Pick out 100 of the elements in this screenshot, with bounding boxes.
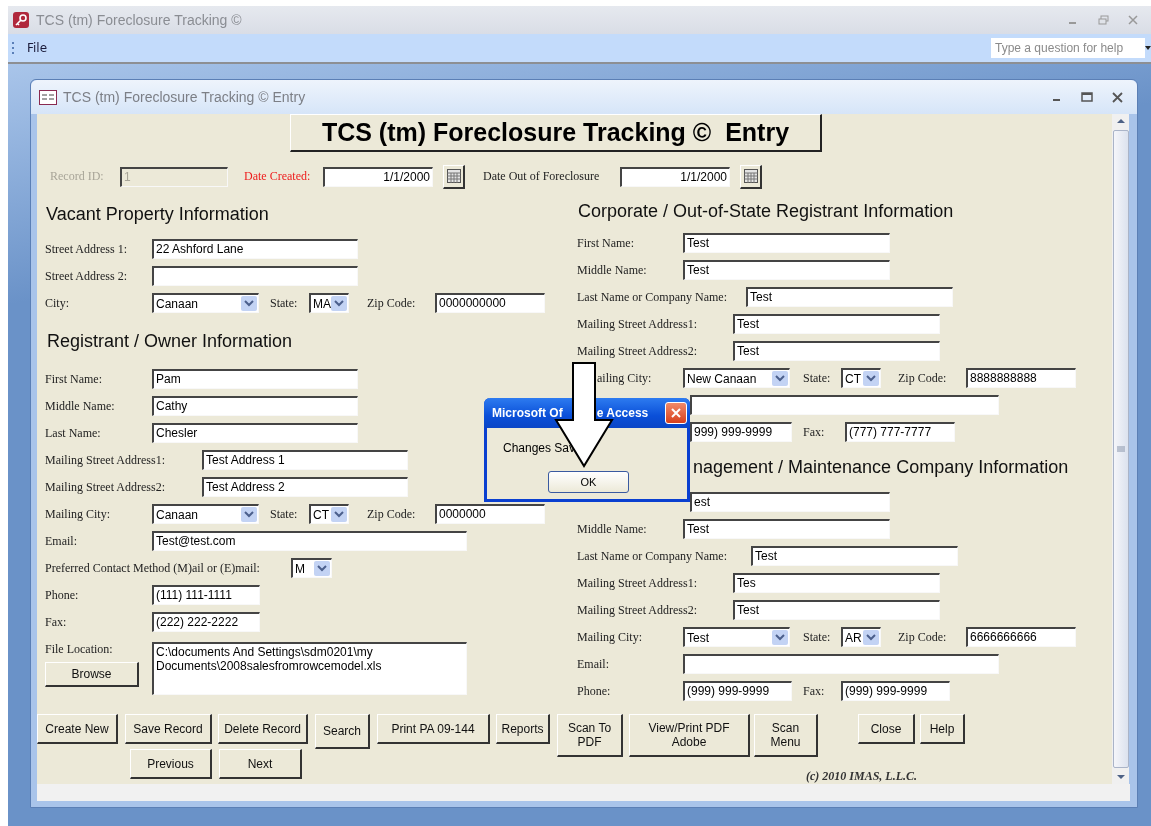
field-label: Last Name or Company Name: [577, 548, 728, 564]
form-button[interactable]: Print PA 09-144 [377, 714, 490, 744]
input-field[interactable]: 0000000 [435, 504, 545, 525]
field-label: Mailing Street Address1: [577, 575, 698, 591]
input-field[interactable]: Test [733, 600, 940, 621]
close-button[interactable] [665, 402, 687, 424]
form-button[interactable]: Delete Record [218, 714, 308, 744]
input-field[interactable]: (111) 111-1111 [152, 585, 260, 606]
date-field[interactable]: 1/1/2000 [323, 166, 433, 187]
copyright-text: (c) 2010 IMAS, L.L.C. [806, 769, 917, 784]
input-field[interactable]: Test Address 1 [202, 450, 408, 471]
input-field[interactable]: 22 Ashford Lane [152, 239, 358, 260]
field-label: Mailing Street Address1: [577, 316, 698, 332]
input-field[interactable]: Chesler [152, 423, 358, 444]
input-field[interactable] [690, 395, 999, 416]
input-field[interactable]: Cathy [152, 396, 358, 417]
input-field[interactable]: Test [733, 341, 940, 362]
input-field[interactable]: Test Address 2 [202, 477, 408, 498]
chevron-down-icon [244, 300, 254, 308]
chevron-down-icon [775, 634, 785, 642]
form-header: TCS (tm) Foreclosure Tracking © Entry [290, 114, 822, 152]
field-label: Zip Code: [367, 506, 417, 522]
grip-icon [1116, 446, 1125, 452]
input-field[interactable]: (777) 777-7777 [845, 422, 955, 443]
field-label: File Location: [45, 641, 114, 657]
field-label: Middle Name: [577, 262, 648, 278]
form-button[interactable]: Create New [37, 714, 118, 744]
browse-button[interactable]: Browse [45, 661, 139, 687]
form-button[interactable]: Scan Menu [754, 714, 818, 757]
nav-button[interactable]: Previous [130, 749, 212, 779]
input-field[interactable]: Test [683, 260, 890, 281]
dropdown-field[interactable]: CT [309, 504, 349, 525]
input-field[interactable]: (222) 222-2222 [152, 612, 260, 633]
dialog-title: e Access [596, 406, 649, 420]
input-field[interactable]: Test [683, 519, 890, 540]
form-button[interactable]: Close [858, 714, 915, 744]
input-field[interactable]: Test [683, 233, 890, 254]
input-field[interactable]: 999) 999-9999 [690, 422, 792, 443]
input-field[interactable]: Tes [733, 573, 940, 594]
field-label: State: [270, 295, 299, 311]
scrollbar[interactable] [1112, 114, 1129, 784]
input-field[interactable]: Test@test.com [152, 531, 467, 552]
input-field[interactable]: Pam [152, 369, 358, 390]
field-label: Email: [577, 656, 610, 672]
section-heading: Vacant Property Information [46, 203, 270, 227]
section-heading: Registrant / Owner Information [47, 329, 294, 353]
field-label: Fax: [803, 424, 826, 440]
dropdown-field[interactable]: M [291, 558, 332, 579]
caret-icon[interactable] [1145, 45, 1151, 51]
field-label: First Name: [577, 235, 635, 251]
field-label: Street Address 1: [45, 241, 128, 257]
dropdown-field[interactable]: Canaan [152, 504, 259, 525]
input-field[interactable]: (999) 999-9999 [683, 681, 792, 702]
calendar-button[interactable] [740, 164, 762, 189]
input-field[interactable]: (999) 999-9999 [841, 681, 950, 702]
calendar-button[interactable] [443, 164, 465, 189]
input-field[interactable]: est [690, 492, 890, 513]
date-field[interactable]: 1/1/2000 [620, 166, 730, 187]
ok-button[interactable]: OK [548, 471, 629, 493]
dialog-title: Microsoft Of [492, 406, 563, 420]
form-button[interactable]: Search [315, 714, 370, 749]
input-field[interactable] [683, 654, 999, 675]
dropdown-field[interactable]: MA [309, 293, 349, 314]
field-label: Phone: [577, 683, 612, 699]
chevron-down-icon [866, 375, 876, 383]
field-label: City: [45, 295, 70, 311]
form-button[interactable]: Reports [496, 714, 550, 744]
form-button[interactable]: Save Record [125, 714, 212, 744]
input-field[interactable]: 8888888888 [966, 368, 1076, 389]
dropdown-field[interactable]: AR [841, 627, 881, 648]
help-search-field[interactable]: Type a question for help [991, 38, 1145, 58]
field-label: First Name: [45, 371, 103, 387]
field-label: Date Out of Foreclosure [483, 169, 601, 185]
menu-item[interactable]: File [23, 39, 52, 57]
field-label: Zip Code: [367, 295, 417, 311]
input-field[interactable]: Test [751, 546, 958, 567]
form-button[interactable]: View/Print PDF Adobe [629, 714, 750, 757]
app-title: TCS (tm) Foreclosure Tracking © [36, 12, 243, 28]
dropdown-field[interactable]: CT [841, 368, 881, 389]
input-field[interactable]: Test [733, 314, 940, 335]
input-field[interactable]: 0000000000 [435, 293, 545, 314]
field-label: Street Address 2: [45, 268, 128, 284]
chevron-down-icon [244, 511, 254, 519]
field-label: Fax: [803, 683, 826, 699]
input-field[interactable]: Test [746, 287, 953, 308]
app-icon [12, 11, 30, 29]
input-field[interactable]: 6666666666 [966, 627, 1076, 648]
dropdown-field[interactable]: Test [683, 627, 790, 648]
chevron-down-icon [317, 565, 327, 573]
nav-button[interactable]: Next [219, 749, 302, 779]
form-button[interactable]: Scan To PDF [557, 714, 623, 757]
file-path-field[interactable]: C:\documents And Settings\sdm0201\my Documents\2008salesfromrowcemodel.xls [152, 641, 467, 695]
field-label: Mailing City: [45, 506, 111, 522]
form-button[interactable]: Help [920, 714, 965, 744]
input-field[interactable] [152, 266, 358, 287]
dropdown-field[interactable]: New Canaan [683, 368, 790, 389]
field-label: Mailing Street Address2: [577, 602, 698, 618]
field-label: Mailing Street Address2: [45, 479, 166, 495]
dropdown-field[interactable]: Canaan [152, 293, 259, 314]
close-icon [671, 408, 681, 418]
